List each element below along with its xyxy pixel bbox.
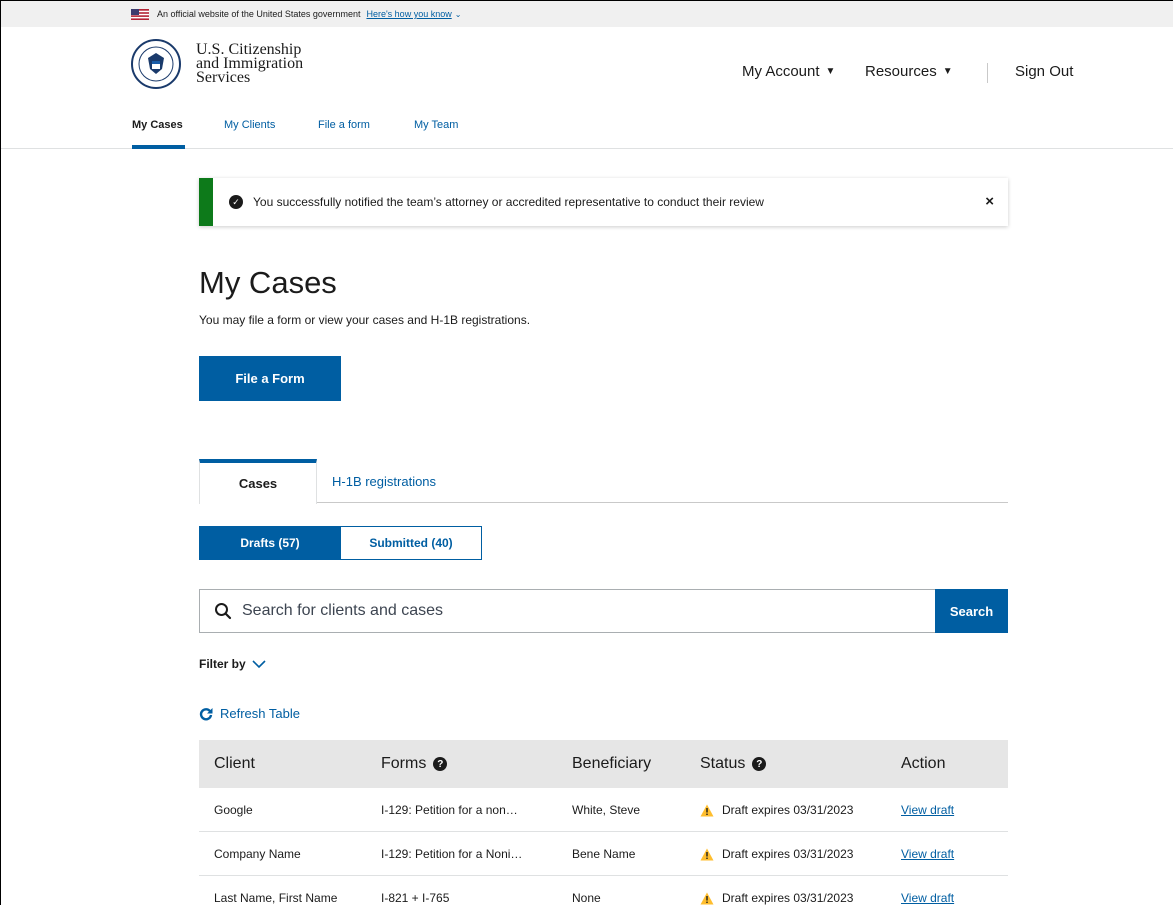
- cell-status: Draft expires 03/31/2023: [700, 847, 853, 861]
- sign-out-link[interactable]: Sign Out: [1015, 63, 1073, 80]
- table-row: Company Name I-129: Petition for a Noni……: [199, 832, 1008, 876]
- search-icon: [215, 603, 232, 620]
- col-action: Action: [901, 755, 945, 773]
- file-a-form-button[interactable]: File a Form: [199, 356, 341, 401]
- cell-beneficiary: White, Steve: [572, 803, 641, 817]
- alert-message: You successfully notified the team’s att…: [253, 195, 764, 209]
- refresh-icon: [199, 707, 213, 720]
- status-text: Draft expires 03/31/2023: [722, 847, 854, 861]
- search-field[interactable]: [199, 589, 935, 633]
- nav-divider: [987, 63, 988, 83]
- help-icon[interactable]: ?: [433, 757, 448, 771]
- col-beneficiary[interactable]: Beneficiary: [572, 755, 651, 773]
- page-title: My Cases: [199, 265, 337, 300]
- tab-cases[interactable]: Cases: [199, 459, 317, 504]
- table-row: Last Name, First Name I-821 + I-765 None…: [199, 876, 1008, 905]
- warning-icon: [700, 848, 714, 860]
- table-header: Client Forms? Beneficiary Status? Action: [199, 740, 1008, 788]
- resources-label: Resources: [865, 63, 937, 80]
- site-header: U.S. Citizenship and Immigration Service…: [1, 27, 1173, 149]
- subnav-my-team[interactable]: My Team: [414, 119, 458, 131]
- chevron-down-icon[interactable]: ⌄: [455, 10, 462, 19]
- filter-label: Filter by: [199, 657, 246, 671]
- resources-menu[interactable]: Resources ▼: [865, 63, 953, 80]
- table-row: Google I-129: Petition for a non… White,…: [199, 788, 1008, 832]
- cell-beneficiary: Bene Name: [572, 847, 636, 861]
- status-text: Draft expires 03/31/2023: [722, 891, 854, 905]
- search-bar: Search: [199, 589, 1008, 633]
- top-nav: My Account ▼ Resources ▼ Sign Out: [1, 63, 1173, 83]
- chevron-down-icon: [252, 659, 266, 668]
- filter-toggle[interactable]: Filter by: [199, 657, 266, 671]
- view-draft-link[interactable]: View draft: [901, 891, 954, 905]
- cell-beneficiary: None: [572, 891, 601, 905]
- my-account-label: My Account: [742, 63, 820, 80]
- cell-client: Google: [214, 803, 253, 817]
- submitted-button[interactable]: Submitted (40): [341, 526, 482, 560]
- col-client[interactable]: Client: [214, 755, 255, 773]
- search-input[interactable]: [242, 602, 842, 620]
- col-client-label: Client: [214, 755, 255, 772]
- search-button[interactable]: Search: [935, 589, 1008, 633]
- tab-h1b-registrations[interactable]: H-1B registrations: [332, 459, 436, 503]
- cell-forms: I-821 + I-765: [381, 891, 450, 905]
- subnav-file-a-form[interactable]: File a form: [318, 119, 370, 131]
- case-tabs: Cases H-1B registrations: [199, 459, 1008, 504]
- close-icon[interactable]: ×: [985, 193, 994, 210]
- col-status[interactable]: Status?: [700, 755, 767, 773]
- cases-table: Client Forms? Beneficiary Status? Action…: [199, 740, 1008, 905]
- col-forms[interactable]: Forms?: [381, 755, 448, 773]
- caret-down-icon: ▼: [942, 66, 953, 77]
- my-account-menu[interactable]: My Account ▼: [742, 63, 835, 80]
- refresh-label: Refresh Table: [220, 706, 300, 721]
- page: An official website of the United States…: [0, 0, 1173, 905]
- view-draft-link[interactable]: View draft: [901, 847, 954, 861]
- active-subnav-indicator: [132, 145, 185, 149]
- refresh-table-button[interactable]: Refresh Table: [199, 706, 300, 721]
- warning-icon: [700, 892, 714, 904]
- draft-submitted-toggle: Drafts (57) Submitted (40): [199, 526, 482, 560]
- help-icon[interactable]: ?: [752, 757, 767, 771]
- gov-banner-text: An official website of the United States…: [157, 9, 361, 19]
- col-forms-label: Forms: [381, 755, 427, 772]
- view-draft-link[interactable]: View draft: [901, 803, 954, 817]
- cell-status: Draft expires 03/31/2023: [700, 891, 853, 905]
- col-status-label: Status: [700, 755, 746, 772]
- subnav-my-clients[interactable]: My Clients: [224, 119, 275, 131]
- success-alert: ✓ You successfully notified the team’s a…: [199, 178, 1008, 226]
- cell-status: Draft expires 03/31/2023: [700, 803, 853, 817]
- drafts-button[interactable]: Drafts (57): [199, 526, 341, 560]
- us-flag-icon: [131, 8, 149, 20]
- check-circle-icon: ✓: [229, 195, 243, 209]
- subnav-my-cases[interactable]: My Cases: [132, 119, 183, 131]
- caret-down-icon: ▼: [825, 66, 836, 77]
- col-action-label: Action: [901, 755, 946, 772]
- status-text: Draft expires 03/31/2023: [722, 803, 854, 817]
- sub-nav: My Cases My Clients File a form My Team: [1, 117, 1173, 149]
- warning-icon: [700, 804, 714, 816]
- cell-forms: I-129: Petition for a non…: [381, 803, 518, 817]
- cell-forms: I-129: Petition for a Noni…: [381, 847, 523, 861]
- col-beneficiary-label: Beneficiary: [572, 755, 652, 772]
- gov-banner: An official website of the United States…: [1, 1, 1173, 27]
- page-subtitle: You may file a form or view your cases a…: [199, 313, 531, 327]
- cell-client: Last Name, First Name: [214, 891, 338, 905]
- heres-how-you-know-link[interactable]: Here's how you know: [366, 9, 451, 19]
- cell-client: Company Name: [214, 847, 301, 861]
